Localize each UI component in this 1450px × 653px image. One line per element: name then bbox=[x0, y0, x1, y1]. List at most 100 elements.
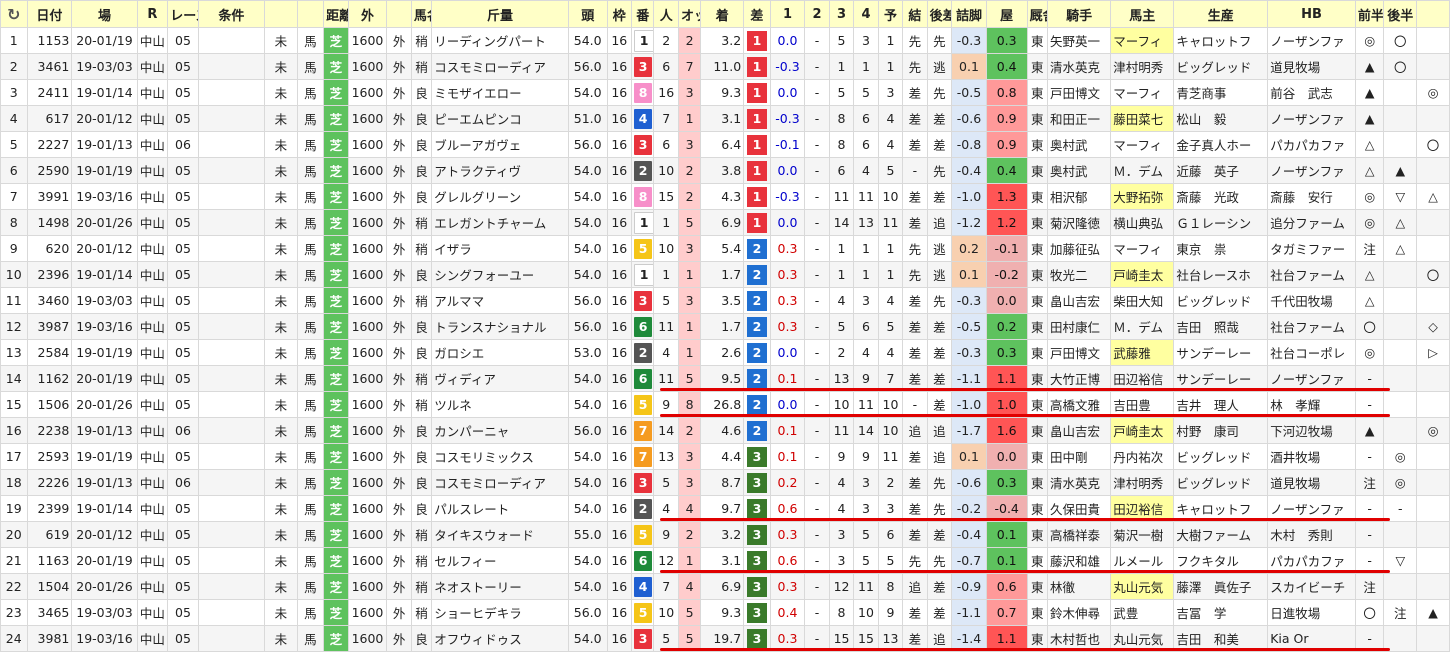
header-waku[interactable]: 枠 bbox=[606, 0, 633, 28]
cell-col23: 5 bbox=[853, 521, 879, 548]
cell-col20: 0.2 bbox=[769, 469, 806, 496]
table-row[interactable]: 2 3461 19-03/03 中山 05 未馬芝 1600 外稍コスモミローディア 56.0 1… bbox=[0, 53, 1450, 80]
table-row[interactable]: 23 3465 19-03/03 中山 05 未馬芝 1600 外稍ショーヒデキラ 56.0 16… bbox=[0, 599, 1450, 626]
header-venue[interactable]: 場 bbox=[71, 0, 138, 28]
cell-col6: 未 bbox=[264, 599, 298, 626]
table-row[interactable]: 9 620 20-01/12 中山 05 未馬芝 1600 外稍イザラ 54.0 16 5 10 3 5.… bbox=[0, 235, 1450, 262]
table-row[interactable]: 4 617 20-01/12 中山 05 未馬芝 1600 外良ピーエムピンコ 51.0 16 4 7… bbox=[0, 105, 1450, 132]
cell-col11: 稍 bbox=[410, 391, 433, 418]
table-row[interactable]: 5 2227 19-01/13 中山 06 未馬芝 1600 外良ブルーアガヴェ 56.0 16 3… bbox=[0, 131, 1450, 158]
header-blank[interactable] bbox=[296, 0, 325, 28]
cell-col15: 6 bbox=[631, 313, 655, 340]
header-c3[interactable]: 3 bbox=[828, 0, 855, 28]
cell-col31: 菊沢一樹 bbox=[1110, 521, 1175, 548]
cell-col8: 芝 bbox=[323, 313, 349, 340]
table-row[interactable]: 1 1153 20-01/19 中山 05 未馬芝 1600 外稍リーディングパート 54.0 1… bbox=[0, 27, 1450, 54]
cell-col20: 0.3 bbox=[769, 261, 806, 288]
header-pop[interactable]: 人 bbox=[653, 0, 679, 28]
header-c1[interactable]: 1 bbox=[769, 0, 806, 28]
header-second-half[interactable]: 後半 bbox=[1383, 0, 1418, 28]
cell-col31: 大野拓弥 bbox=[1110, 183, 1175, 210]
cell-col27: 0.2 bbox=[951, 235, 987, 262]
table-row[interactable]: 16 2238 19-01/13 中山 06 未馬芝 1600 外良カンパーニャ 56.0 16 7… bbox=[0, 417, 1450, 444]
cell-col3: 中山 bbox=[136, 183, 169, 210]
header-stable[interactable]: 厩舎 bbox=[1026, 0, 1048, 28]
cell-col13: 54.0 bbox=[567, 469, 608, 496]
header-late-diff[interactable]: 後差 bbox=[926, 0, 953, 28]
cell-col6: 未 bbox=[264, 287, 298, 314]
header-c2[interactable]: 2 bbox=[804, 0, 830, 28]
table-row[interactable]: 12 3987 19-03/16 中山 05 未馬芝 1600 外良トランスナショナル 56.0… bbox=[0, 313, 1450, 340]
header-first-half[interactable]: 前半 bbox=[1354, 0, 1385, 28]
table-row[interactable]: 22 1504 20-01/26 中山 05 未馬芝 1600 外稍ネオストーリー 54.0 16… bbox=[0, 573, 1450, 600]
header-race-num[interactable]: R bbox=[136, 0, 169, 28]
cell-col1: 2399 bbox=[26, 495, 73, 522]
cell-col22: 8 bbox=[828, 131, 855, 158]
cell-col8: 芝 bbox=[323, 599, 349, 626]
cell-col6: 未 bbox=[264, 495, 298, 522]
cell-col2: 20-01/19 bbox=[71, 547, 138, 574]
header-outer[interactable]: 外 bbox=[347, 0, 388, 28]
header-margin[interactable]: 差 bbox=[743, 0, 771, 28]
cell-col16: 5 bbox=[653, 287, 679, 314]
header-owner[interactable]: 馬主 bbox=[1110, 0, 1175, 28]
table-row[interactable]: 17 2593 19-01/19 中山 05 未馬芝 1600 外良コスモリミックス 54.0 1… bbox=[0, 443, 1450, 470]
waku-badge: 2 bbox=[634, 160, 653, 181]
cell-col10: 外 bbox=[386, 625, 412, 652]
cell-col11: 良 bbox=[410, 183, 433, 210]
cell-col20: 0.1 bbox=[769, 443, 806, 470]
header-pred[interactable]: 予 bbox=[877, 0, 904, 28]
cell-col8: 芝 bbox=[323, 53, 349, 80]
header-condition[interactable]: 条件 bbox=[197, 0, 266, 28]
table-row[interactable]: 11 3460 19-03/03 中山 05 未馬芝 1600 外稍アルママ 56.0 16 3 5 3… bbox=[0, 287, 1450, 314]
table-row[interactable]: 6 2590 19-01/19 中山 05 未馬芝 1600 外良アトラクティヴ 54.0 16 2… bbox=[0, 157, 1450, 184]
header-refresh[interactable]: ↻ bbox=[0, 0, 28, 28]
table-row[interactable]: 3 2411 19-01/14 中山 05 未馬芝 1600 外良ミモザイエロー 54.0 16 8… bbox=[0, 79, 1450, 106]
table-row[interactable]: 7 3991 19-03/16 中山 05 未馬芝 1600 外良グレルグリーン 54.0 16 8… bbox=[0, 183, 1450, 210]
header-base[interactable]: 屋 bbox=[985, 0, 1028, 28]
table-row[interactable]: 18 2226 19-01/13 中山 06 未馬芝 1600 外良コスモミローディア 54.0… bbox=[0, 469, 1450, 496]
header-blank2[interactable] bbox=[386, 0, 412, 28]
header-weight[interactable]: 斤量 bbox=[431, 0, 569, 28]
header-date[interactable]: 日付 bbox=[26, 0, 73, 28]
cell-col27: -0.4 bbox=[951, 157, 987, 184]
cell-col36 bbox=[1416, 625, 1450, 652]
cell-col17: 2 bbox=[677, 417, 702, 444]
cell-col14: 16 bbox=[606, 547, 633, 574]
header-number[interactable]: 番 bbox=[631, 0, 655, 28]
table-row[interactable]: 13 2584 19-01/19 中山 05 未馬芝 1600 外良ガロシエ 53.0 16 2 4 1… bbox=[0, 339, 1450, 366]
cell-col20: 0.3 bbox=[769, 521, 806, 548]
cell-col0: 5 bbox=[0, 131, 28, 158]
cell-col6: 未 bbox=[264, 339, 298, 366]
header-c4[interactable]: 4 bbox=[853, 0, 879, 28]
header-closing[interactable]: 詰脚 bbox=[951, 0, 987, 28]
header-race-name[interactable]: レース名 bbox=[167, 0, 199, 28]
cell-col30: 畠山吉宏 bbox=[1046, 417, 1112, 444]
cell-col26: 差 bbox=[926, 573, 953, 600]
cell-col22: 12 bbox=[828, 573, 855, 600]
cell-col29: 東 bbox=[1026, 443, 1048, 470]
header-odds[interactable]: オッズ bbox=[677, 0, 702, 28]
header-hb[interactable]: HB bbox=[1267, 0, 1356, 28]
cell-col14: 16 bbox=[606, 443, 633, 470]
cell-col2: 20-01/19 bbox=[71, 365, 138, 392]
table-row[interactable]: 20 619 20-01/12 中山 05 未馬芝 1600 外稍タイキスウォード 55.0 16… bbox=[0, 521, 1450, 548]
header-breeder[interactable]: 生産 bbox=[1173, 0, 1269, 28]
header-finish[interactable]: 着 bbox=[700, 0, 745, 28]
cell-col25: 差 bbox=[902, 287, 928, 314]
header-field-size[interactable]: 頭 bbox=[567, 0, 608, 28]
header-jockey[interactable]: 騎手 bbox=[1046, 0, 1112, 28]
cell-col11: 稍 bbox=[410, 287, 433, 314]
header-distance[interactable]: 距離 bbox=[323, 0, 349, 28]
header-cond2[interactable] bbox=[264, 0, 298, 28]
cell-col25: 差 bbox=[902, 79, 928, 106]
cell-col36: ▲ bbox=[1416, 599, 1450, 626]
cell-col5 bbox=[197, 547, 266, 574]
header-result[interactable]: 結 bbox=[902, 0, 928, 28]
table-row[interactable]: 10 2396 19-01/14 中山 05 未馬芝 1600 外良シングフォーユー 54.0 1… bbox=[0, 261, 1450, 288]
cell-col11: 良 bbox=[410, 339, 433, 366]
table-row[interactable]: 8 1498 20-01/26 中山 05 未馬芝 1600 外稍エレガントチャーム 54.0 1… bbox=[0, 209, 1450, 236]
cell-col25: 差 bbox=[902, 183, 928, 210]
cell-col8: 芝 bbox=[323, 625, 349, 652]
header-horse-name[interactable]: 馬名 bbox=[410, 0, 433, 28]
